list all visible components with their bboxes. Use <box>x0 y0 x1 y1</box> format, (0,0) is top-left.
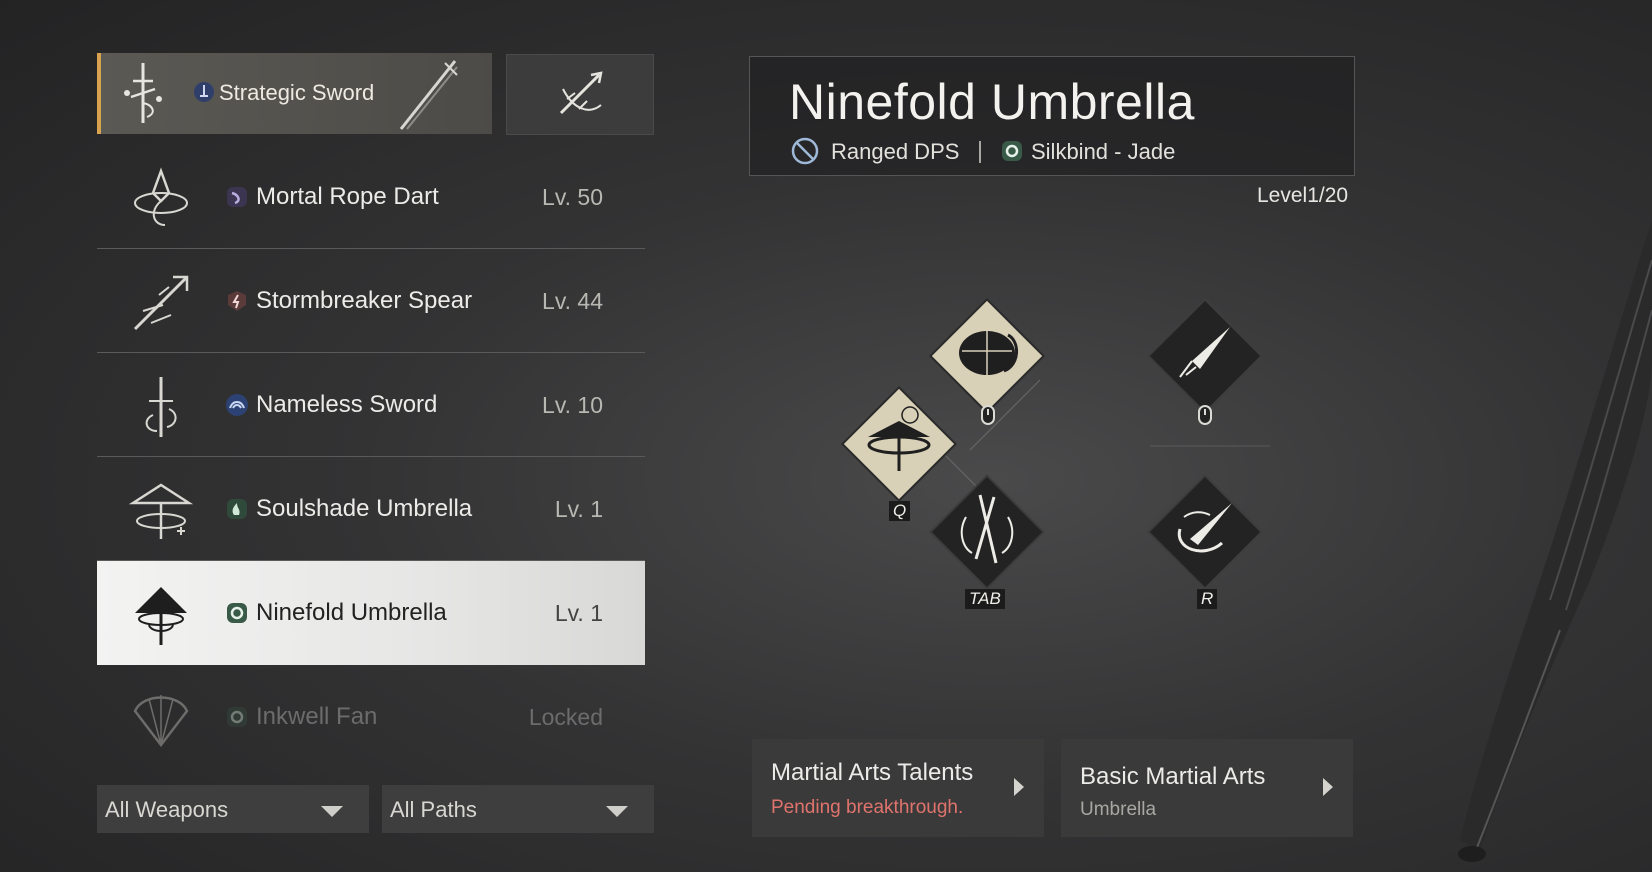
weapon-name: Inkwell Fan <box>256 703 378 730</box>
umbrella-burst-icon <box>1147 474 1263 590</box>
ranged-dps-icon <box>791 137 819 165</box>
left-mouse-icon <box>981 405 995 425</box>
blade-dance-icon <box>929 474 1045 590</box>
equipped-weapon-slot[interactable]: Strategic Sword <box>97 53 492 134</box>
rope-dart-icon <box>134 167 188 226</box>
weapon-name: Soulshade Umbrella <box>256 495 473 522</box>
fan-icon <box>133 695 189 748</box>
skill-key-r: R <box>1197 589 1218 609</box>
weapon-level: Lv. 50 <box>542 184 603 210</box>
chevron-right-icon <box>1323 778 1333 796</box>
swap-weapon-button[interactable] <box>506 54 654 135</box>
skill-r[interactable]: R <box>1140 467 1270 609</box>
path-filter-dropdown[interactable]: All Paths <box>382 785 654 833</box>
weapon-name: Mortal Rope Dart <box>256 183 439 210</box>
talents-title: Martial Arts Talents <box>771 759 974 786</box>
chevron-right-icon <box>1014 778 1024 796</box>
skill-key-q: Q <box>889 501 911 521</box>
sword-blade-icon <box>399 60 458 130</box>
umbrella-icon <box>135 587 187 645</box>
right-mouse-icon <box>1198 405 1212 425</box>
weapon-row-mortal-rope-dart[interactable]: Mortal Rope Dart Lv. 50 <box>97 145 645 249</box>
path-icon <box>226 394 248 416</box>
basic-title: Basic Martial Arts <box>1080 763 1266 790</box>
path-label: Silkbind - Jade <box>1031 139 1176 164</box>
closed-umbrella-thrust-icon <box>1147 298 1263 414</box>
weapon-level: Lv. 1 <box>554 600 603 626</box>
weapon-row-stormbreaker-spear[interactable]: Stormbreaker Spear Lv. 44 <box>97 249 645 353</box>
weapon-name: Ninefold Umbrella <box>256 599 447 626</box>
umbrella-artwork-icon <box>1458 220 1652 862</box>
equipped-weapon-name: Strategic Sword <box>219 80 375 105</box>
path-icon <box>227 707 247 727</box>
divider <box>979 141 981 163</box>
silkbind-jade-icon <box>1002 141 1022 161</box>
martial-arts-talents-button[interactable]: Martial Arts Talents Pending breakthroug… <box>752 739 1044 837</box>
basic-martial-arts-button[interactable]: Basic Martial Arts Umbrella <box>1061 739 1353 837</box>
weapon-title: Ninefold Umbrella <box>789 74 1195 130</box>
weapon-name: Stormbreaker Spear <box>256 287 473 314</box>
skill-key-tab: TAB <box>965 589 1005 609</box>
umbrella-icon <box>129 483 193 539</box>
weapon-name: Nameless Sword <box>256 391 438 418</box>
weapon-filter-dropdown[interactable]: All Weapons <box>97 785 369 833</box>
weapon-level: Lv. 1 <box>554 496 603 522</box>
chevron-down-icon <box>321 806 343 817</box>
chevron-down-icon <box>606 806 628 817</box>
weapon-row-inkwell-fan[interactable]: Inkwell Fan Locked <box>97 665 645 769</box>
weapon-row-nameless-sword[interactable]: Nameless Sword Lv. 10 <box>97 353 645 457</box>
weapon-level: Lv. 44 <box>542 288 603 314</box>
talents-status: Pending breakthrough. <box>771 797 964 818</box>
skill-tab[interactable]: TAB <box>922 467 1052 609</box>
weapon-level: Lv. 10 <box>542 392 603 418</box>
weapon-level-indicator: Level1/20 <box>1257 184 1349 207</box>
path-icon <box>227 499 247 519</box>
spear-icon <box>133 275 189 331</box>
path-icon <box>227 603 247 623</box>
path-icon <box>227 187 247 207</box>
swap-weapon-icon <box>559 71 603 115</box>
weapon-level: Locked <box>528 704 603 730</box>
basic-subtitle: Umbrella <box>1080 799 1157 820</box>
bellstrike-path-icon <box>194 82 214 102</box>
path-icon <box>228 291 246 311</box>
weapon-detail-header: Ninefold Umbrella Ranged DPS Silkbind - … <box>749 56 1355 176</box>
role-label: Ranged DPS <box>831 139 960 164</box>
path-filter-label: All Paths <box>390 797 477 822</box>
weapon-filter-label: All Weapons <box>105 797 229 822</box>
skill-special-attack[interactable] <box>1140 291 1270 425</box>
weapon-row-ninefold-umbrella[interactable]: Ninefold Umbrella Lv. 1 <box>97 561 645 665</box>
sword-icon <box>145 377 177 437</box>
weapon-row-soulshade-umbrella[interactable]: Soulshade Umbrella Lv. 1 <box>97 457 645 561</box>
sword-emblem-icon <box>124 63 162 123</box>
